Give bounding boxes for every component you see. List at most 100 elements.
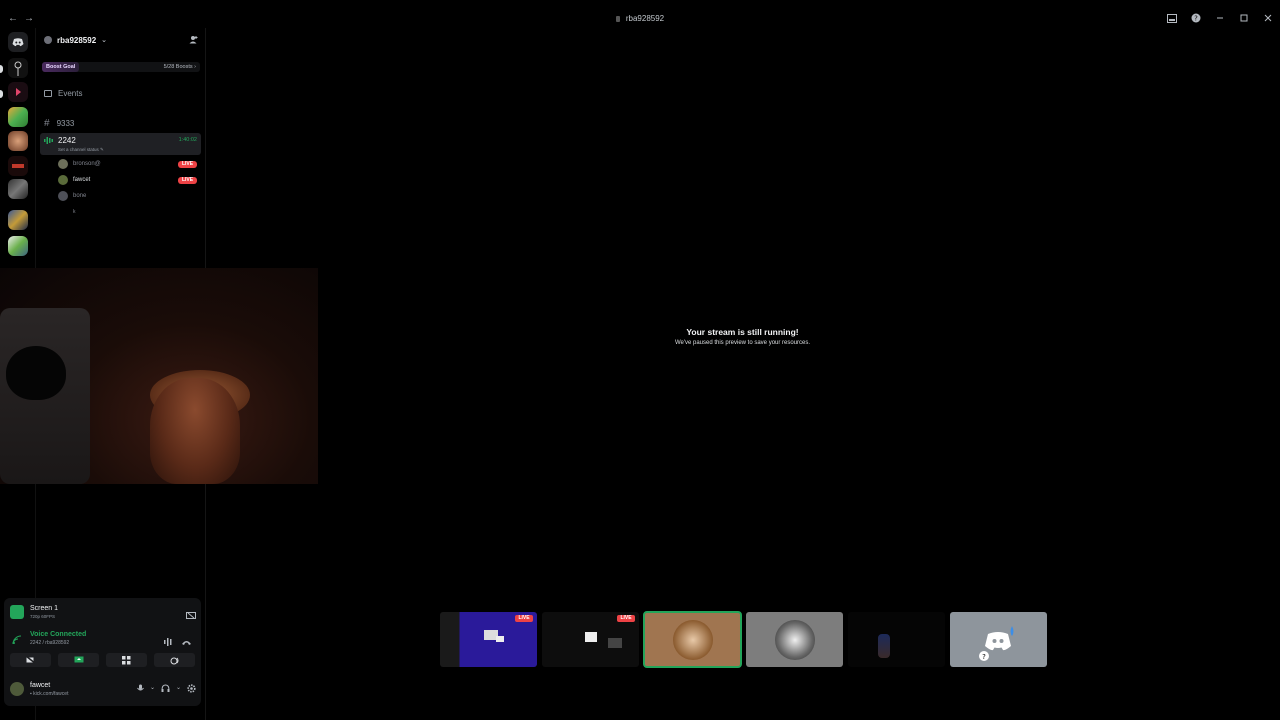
stop-share-icon[interactable] [186,607,196,625]
server-folder-1[interactable] [8,179,28,199]
disconnect-icon[interactable] [181,633,192,651]
minimize-icon[interactable] [1214,12,1226,24]
server-folder-3[interactable] [8,236,28,256]
guild-name: rba928592 [57,35,97,45]
webcam-face [150,378,240,484]
stream-thumbnail[interactable]: LIVE [440,612,537,667]
participant-tile-speaking[interactable] [643,611,742,668]
calendar-icon [44,90,52,97]
stream-paused-message: Your stream is still running! We've paus… [600,327,885,346]
screen-share-row: Screen 1 720p 60FPS [10,603,196,621]
window-title-text: rba928592 [625,14,665,23]
boost-goal-bar[interactable]: Boost Goal 5/28 Boosts › [42,62,200,72]
add-member-icon[interactable] [189,35,198,46]
live-badge: LIVE [178,177,197,184]
user-panel: Screen 1 720p 60FPS Voice Connected 2242… [4,598,201,706]
screen-share-button[interactable] [58,653,99,667]
camera-off-icon [25,656,36,664]
activities-button[interactable] [106,653,147,667]
chevron-down-icon[interactable]: ⌄ [150,684,155,695]
avatar [58,159,68,169]
inbox-icon[interactable] [1166,12,1178,24]
svg-text:?: ? [982,653,986,661]
soundboard-icon [170,657,178,664]
discord-logo-icon: ? [979,626,1014,661]
voice-channel-name: 2242 [58,136,76,145]
noise-suppression-icon[interactable] [164,633,174,651]
avatar [58,191,68,201]
voice-actions [10,653,195,667]
screen-share-icon [10,605,24,619]
member-name: bone [73,193,87,199]
avatar [58,175,68,185]
server-icon-2[interactable] [8,82,28,102]
unread-pill [0,90,3,98]
voice-location[interactable]: 2242 / rba928592 [30,640,69,646]
current-user: fawcet ▪ kick.com/fawcet ⌄ ⌄ [10,678,196,700]
hashtag-icon: # [44,118,50,129]
paused-title: Your stream is still running! [686,327,799,337]
avatar [878,634,890,658]
voice-timer: 1:40:02 [178,137,197,143]
screen-share-icon [74,656,83,663]
unread-pill [0,65,3,73]
channel-status[interactable]: Set a channel status ✎ [58,147,104,153]
text-channel-name: 9333 [56,119,75,128]
soundboard-button[interactable] [154,653,195,667]
microphone-icon[interactable] [137,684,144,695]
paused-subtitle: We've paused this preview to save your r… [674,340,811,346]
maximize-icon[interactable] [1238,12,1250,24]
server-icon [615,15,620,22]
server-folder-2[interactable] [8,210,28,230]
events-label: Events [58,89,83,98]
avatar [673,620,713,660]
server-icon-1[interactable] [8,58,28,78]
events-link[interactable]: Events [44,89,82,98]
member-name: fawcet [73,177,91,183]
member-name: bronson@ [73,161,101,167]
participant-strip: LIVE LIVE ? [440,611,1047,668]
text-channel[interactable]: # 9333 [44,118,74,129]
server-icon-5[interactable] [8,156,28,176]
stream-thumbnail[interactable]: LIVE [542,612,639,667]
webcam-heart-logo [6,346,66,400]
guild-header[interactable]: rba928592 ⌄ [36,28,206,52]
avatar[interactable] [10,682,24,696]
discord-home-icon[interactable] [8,32,28,52]
voice-connected-label[interactable]: Voice Connected [30,631,86,638]
signal-icon [12,632,22,650]
activities-icon [122,655,131,664]
extra-entry: k [73,209,76,215]
chevron-down-icon[interactable]: ⌄ [176,684,181,695]
user-name[interactable]: fawcet [30,682,50,689]
participant-tile[interactable]: ? [950,612,1047,667]
chevron-down-icon: ⌄ [101,37,108,44]
window-title: rba928592 [0,14,1280,23]
participant-tile[interactable] [746,612,843,667]
live-badge: LIVE [515,615,533,622]
close-icon[interactable] [1262,12,1274,24]
gear-icon[interactable] [187,684,196,695]
voice-channel[interactable]: 2242 Set a channel status ✎ 1:40:02 [40,133,201,155]
avatar [775,620,815,660]
window-controls: ? [1166,12,1274,24]
server-icon-4[interactable] [8,131,28,151]
help-icon[interactable]: ? [1190,12,1202,24]
voice-member[interactable]: bronson@ [58,159,101,169]
server-icon-3[interactable] [8,107,28,127]
voice-member[interactable]: bone [58,191,86,201]
boost-progress: 5/28 Boosts › [163,64,196,70]
webcam-video[interactable] [0,268,318,484]
camera-off-button[interactable] [10,653,51,667]
voice-member[interactable]: fawcet [58,175,90,185]
live-badge: LIVE [178,161,197,168]
screen-quality: 720p 60FPS [30,614,56,619]
live-badge: LIVE [617,615,635,622]
voice-activity-icon [44,137,54,146]
screen-name: Screen 1 [30,605,59,612]
svg-text:?: ? [1194,15,1198,23]
guild-icon [44,36,52,44]
user-controls: ⌄ ⌄ [137,684,196,695]
headphones-icon[interactable] [161,684,170,695]
participant-tile[interactable] [848,612,945,667]
